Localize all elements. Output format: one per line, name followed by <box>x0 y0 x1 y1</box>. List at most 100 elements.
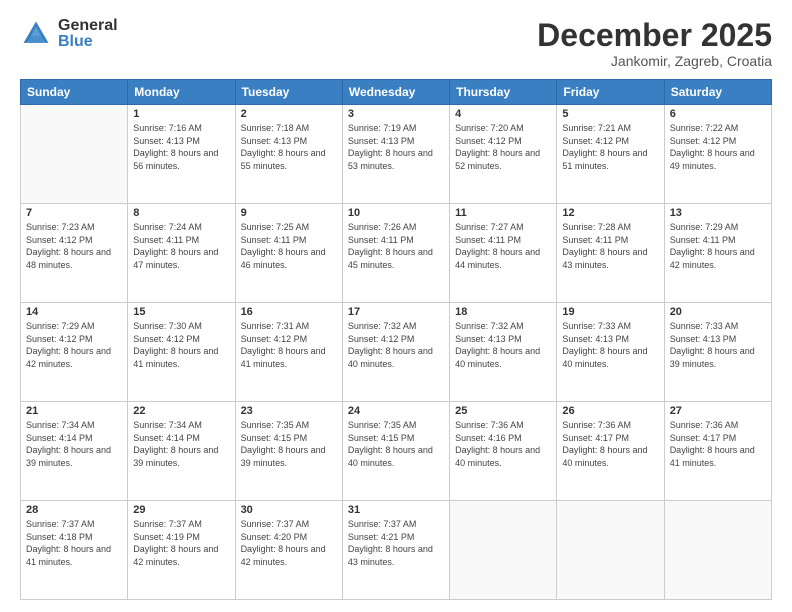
day-number: 29 <box>133 504 229 516</box>
calendar-cell: 28 Sunrise: 7:37 AMSunset: 4:18 PMDayligh… <box>21 501 128 600</box>
day-detail: Sunrise: 7:30 AMSunset: 4:12 PMDaylight:… <box>133 320 229 370</box>
day-detail: Sunrise: 7:21 AMSunset: 4:12 PMDaylight:… <box>562 122 658 172</box>
day-number: 13 <box>670 207 766 219</box>
weekday-header-saturday: Saturday <box>664 80 771 105</box>
calendar-cell: 22 Sunrise: 7:34 AMSunset: 4:14 PMDayligh… <box>128 402 235 501</box>
day-detail: Sunrise: 7:23 AMSunset: 4:12 PMDaylight:… <box>26 221 122 271</box>
logo-text: General Blue <box>58 18 118 50</box>
calendar-cell: 23 Sunrise: 7:35 AMSunset: 4:15 PMDayligh… <box>235 402 342 501</box>
day-detail: Sunrise: 7:29 AMSunset: 4:12 PMDaylight:… <box>26 320 122 370</box>
day-number: 16 <box>241 306 337 318</box>
calendar-week-4: 28 Sunrise: 7:37 AMSunset: 4:18 PMDayligh… <box>21 501 772 600</box>
day-number: 4 <box>455 108 551 120</box>
day-detail: Sunrise: 7:37 AMSunset: 4:21 PMDaylight:… <box>348 518 444 568</box>
day-detail: Sunrise: 7:18 AMSunset: 4:13 PMDaylight:… <box>241 122 337 172</box>
day-detail: Sunrise: 7:34 AMSunset: 4:14 PMDaylight:… <box>133 419 229 469</box>
day-detail: Sunrise: 7:35 AMSunset: 4:15 PMDaylight:… <box>241 419 337 469</box>
calendar-cell: 8 Sunrise: 7:24 AMSunset: 4:11 PMDaylight… <box>128 204 235 303</box>
day-number: 23 <box>241 405 337 417</box>
calendar-cell: 15 Sunrise: 7:30 AMSunset: 4:12 PMDayligh… <box>128 303 235 402</box>
day-number: 8 <box>133 207 229 219</box>
weekday-header-thursday: Thursday <box>450 80 557 105</box>
calendar-cell: 2 Sunrise: 7:18 AMSunset: 4:13 PMDaylight… <box>235 105 342 204</box>
day-detail: Sunrise: 7:25 AMSunset: 4:11 PMDaylight:… <box>241 221 337 271</box>
calendar-cell: 31Sunrise: 7:37 AMSunset: 4:21 PMDayligh… <box>342 501 449 600</box>
title-block: December 2025 Jankomir, Zagreb, Croatia <box>537 18 772 69</box>
logo-general: General <box>58 18 118 34</box>
day-detail: Sunrise: 7:22 AMSunset: 4:12 PMDaylight:… <box>670 122 766 172</box>
day-number: 3 <box>348 108 444 120</box>
month-title: December 2025 <box>537 18 772 53</box>
day-number: 24 <box>348 405 444 417</box>
day-detail: Sunrise: 7:20 AMSunset: 4:12 PMDaylight:… <box>455 122 551 172</box>
location-subtitle: Jankomir, Zagreb, Croatia <box>537 53 772 69</box>
calendar-cell: 25Sunrise: 7:36 AMSunset: 4:16 PMDayligh… <box>450 402 557 501</box>
weekday-header-wednesday: Wednesday <box>342 80 449 105</box>
calendar-cell: 29Sunrise: 7:37 AMSunset: 4:19 PMDayligh… <box>128 501 235 600</box>
header: General Blue December 2025 Jankomir, Zag… <box>20 18 772 69</box>
day-detail: Sunrise: 7:29 AMSunset: 4:11 PMDaylight:… <box>670 221 766 271</box>
calendar-cell: 11 Sunrise: 7:27 AMSunset: 4:11 PMDayligh… <box>450 204 557 303</box>
day-detail: Sunrise: 7:24 AMSunset: 4:11 PMDaylight:… <box>133 221 229 271</box>
day-number: 19 <box>562 306 658 318</box>
day-detail: Sunrise: 7:19 AMSunset: 4:13 PMDaylight:… <box>348 122 444 172</box>
calendar-cell: 19 Sunrise: 7:33 AMSunset: 4:13 PMDayligh… <box>557 303 664 402</box>
logo-blue: Blue <box>58 34 118 50</box>
day-number: 2 <box>241 108 337 120</box>
calendar-header: SundayMondayTuesdayWednesdayThursdayFrid… <box>21 80 772 105</box>
day-number: 25 <box>455 405 551 417</box>
calendar-week-2: 14Sunrise: 7:29 AMSunset: 4:12 PMDayligh… <box>21 303 772 402</box>
day-detail: Sunrise: 7:35 AMSunset: 4:15 PMDaylight:… <box>348 419 444 469</box>
calendar-body: 1 Sunrise: 7:16 AMSunset: 4:13 PMDaylight… <box>21 105 772 600</box>
day-detail: Sunrise: 7:33 AMSunset: 4:13 PMDaylight:… <box>670 320 766 370</box>
calendar-cell: 4 Sunrise: 7:20 AMSunset: 4:12 PMDaylight… <box>450 105 557 204</box>
calendar-cell: 24 Sunrise: 7:35 AMSunset: 4:15 PMDayligh… <box>342 402 449 501</box>
day-number: 28 <box>26 504 122 516</box>
weekday-header-sunday: Sunday <box>21 80 128 105</box>
day-number: 22 <box>133 405 229 417</box>
calendar-cell: 30 Sunrise: 7:37 AMSunset: 4:20 PMDayligh… <box>235 501 342 600</box>
calendar-cell: 16 Sunrise: 7:31 AMSunset: 4:12 PMDayligh… <box>235 303 342 402</box>
day-detail: Sunrise: 7:33 AMSunset: 4:13 PMDaylight:… <box>562 320 658 370</box>
calendar-week-3: 21 Sunrise: 7:34 AMSunset: 4:14 PMDayligh… <box>21 402 772 501</box>
calendar-cell: 13 Sunrise: 7:29 AMSunset: 4:11 PMDayligh… <box>664 204 771 303</box>
day-detail: Sunrise: 7:36 AMSunset: 4:17 PMDaylight:… <box>670 419 766 469</box>
day-number: 1 <box>133 108 229 120</box>
day-number: 11 <box>455 207 551 219</box>
day-number: 15 <box>133 306 229 318</box>
day-number: 20 <box>670 306 766 318</box>
day-number: 17 <box>348 306 444 318</box>
day-detail: Sunrise: 7:34 AMSunset: 4:14 PMDaylight:… <box>26 419 122 469</box>
weekday-header-tuesday: Tuesday <box>235 80 342 105</box>
day-detail: Sunrise: 7:32 AMSunset: 4:12 PMDaylight:… <box>348 320 444 370</box>
day-detail: Sunrise: 7:16 AMSunset: 4:13 PMDaylight:… <box>133 122 229 172</box>
day-detail: Sunrise: 7:37 AMSunset: 4:20 PMDaylight:… <box>241 518 337 568</box>
calendar-cell: 3 Sunrise: 7:19 AMSunset: 4:13 PMDaylight… <box>342 105 449 204</box>
calendar-cell <box>450 501 557 600</box>
day-number: 6 <box>670 108 766 120</box>
calendar-cell: 1 Sunrise: 7:16 AMSunset: 4:13 PMDaylight… <box>128 105 235 204</box>
calendar-cell: 9 Sunrise: 7:25 AMSunset: 4:11 PMDaylight… <box>235 204 342 303</box>
weekday-row: SundayMondayTuesdayWednesdayThursdayFrid… <box>21 80 772 105</box>
day-number: 21 <box>26 405 122 417</box>
calendar-week-1: 7 Sunrise: 7:23 AMSunset: 4:12 PMDaylight… <box>21 204 772 303</box>
calendar-cell: 27 Sunrise: 7:36 AMSunset: 4:17 PMDayligh… <box>664 402 771 501</box>
day-detail: Sunrise: 7:27 AMSunset: 4:11 PMDaylight:… <box>455 221 551 271</box>
day-detail: Sunrise: 7:31 AMSunset: 4:12 PMDaylight:… <box>241 320 337 370</box>
calendar-table: SundayMondayTuesdayWednesdayThursdayFrid… <box>20 79 772 600</box>
day-number: 7 <box>26 207 122 219</box>
day-detail: Sunrise: 7:36 AMSunset: 4:17 PMDaylight:… <box>562 419 658 469</box>
day-number: 27 <box>670 405 766 417</box>
calendar-cell: 5 Sunrise: 7:21 AMSunset: 4:12 PMDaylight… <box>557 105 664 204</box>
day-number: 5 <box>562 108 658 120</box>
calendar-cell: 26Sunrise: 7:36 AMSunset: 4:17 PMDayligh… <box>557 402 664 501</box>
day-detail: Sunrise: 7:32 AMSunset: 4:13 PMDaylight:… <box>455 320 551 370</box>
day-number: 9 <box>241 207 337 219</box>
calendar-week-0: 1 Sunrise: 7:16 AMSunset: 4:13 PMDaylight… <box>21 105 772 204</box>
day-number: 12 <box>562 207 658 219</box>
calendar-cell: 7 Sunrise: 7:23 AMSunset: 4:12 PMDaylight… <box>21 204 128 303</box>
calendar-cell: 12Sunrise: 7:28 AMSunset: 4:11 PMDayligh… <box>557 204 664 303</box>
day-number: 10 <box>348 207 444 219</box>
day-detail: Sunrise: 7:37 AMSunset: 4:18 PMDaylight:… <box>26 518 122 568</box>
day-number: 30 <box>241 504 337 516</box>
